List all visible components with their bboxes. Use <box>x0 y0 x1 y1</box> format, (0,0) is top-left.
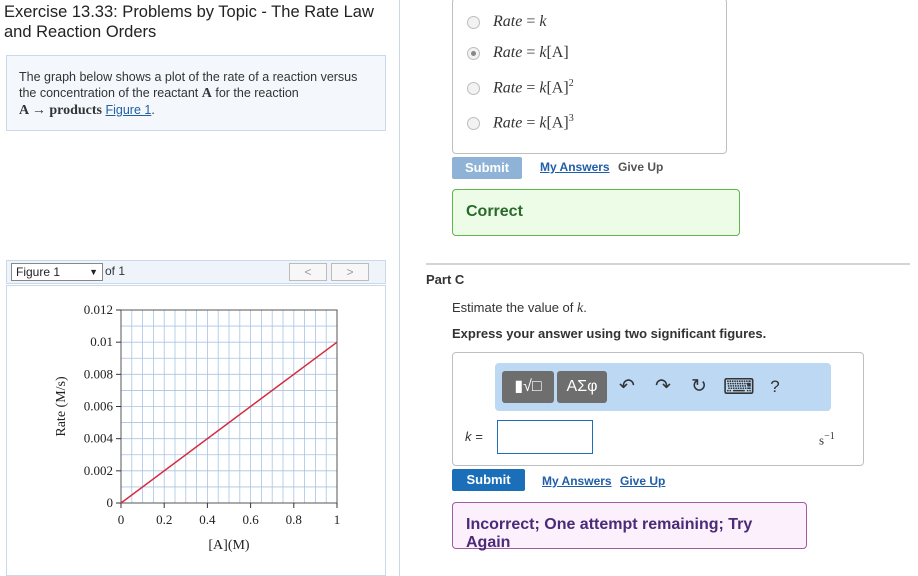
choice-label: Rate = k[A]2 <box>493 78 574 97</box>
unit-exponent: −1 <box>824 431 835 442</box>
answer-label: k = <box>465 429 483 444</box>
figure-link[interactable]: Figure 1 <box>105 103 151 117</box>
part-c-instruction: Express your answer using two significan… <box>452 326 767 341</box>
my-answers-link-part-c[interactable]: My Answers <box>542 474 612 488</box>
keyboard-icon[interactable]: ⌨ <box>723 375 755 399</box>
section-divider <box>426 263 910 265</box>
undo-icon[interactable]: ↶ <box>615 375 639 399</box>
feedback-correct: Correct <box>452 189 740 236</box>
y-tick-label: 0.004 <box>84 431 114 446</box>
y-tick-label: 0.01 <box>90 334 113 349</box>
radio-button[interactable] <box>467 116 480 130</box>
answer-unit: s−1 <box>819 431 835 448</box>
part-c-title: Part C <box>426 272 465 287</box>
choice-rate-k[interactable]: Rate = k <box>467 12 546 32</box>
y-tick-label: 0.002 <box>84 463 113 478</box>
radio-button[interactable] <box>467 15 480 29</box>
part-c-prompt: Estimate the value of k. <box>452 300 587 317</box>
submit-button-part-b[interactable]: Submit <box>452 157 522 179</box>
figure-count: of 1 <box>105 264 126 278</box>
choice-rate-k-a2[interactable]: Rate = k[A]2 <box>467 78 574 98</box>
y-axis-label: Rate (M/s) <box>54 376 69 437</box>
reset-icon[interactable]: ↻ <box>687 375 711 399</box>
figure-select-value: Figure 1 <box>16 265 61 279</box>
problem-period: . <box>151 103 155 117</box>
y-tick-label: 0.012 <box>84 302 113 317</box>
prompt-period: . <box>583 300 587 315</box>
rate-law-choices: Rate = k Rate = k[A] Rate = k[A]2 Rate =… <box>452 0 727 154</box>
choice-rate-k-a3[interactable]: Rate = k[A]3 <box>467 113 574 133</box>
redo-icon[interactable]: ↷ <box>651 375 675 399</box>
x-tick-label: 1 <box>334 512 341 527</box>
reactant-symbol: A <box>201 86 212 101</box>
templates-button[interactable]: ▮√□ <box>502 371 554 403</box>
figure-next-button[interactable]: > <box>331 263 369 281</box>
y-tick-label: 0 <box>107 495 114 510</box>
k-answer-input[interactable] <box>497 420 593 454</box>
problem-statement: The graph below shows a plot of the rate… <box>6 55 386 131</box>
figure-prev-button[interactable]: < <box>289 263 327 281</box>
choice-label: Rate = k[A] <box>493 44 569 61</box>
choice-rate-k-a[interactable]: Rate = k[A] <box>467 43 569 63</box>
y-tick-label: 0.006 <box>84 399 114 414</box>
x-tick-label: 0 <box>118 512 125 527</box>
x-tick-label: 0.4 <box>199 512 216 527</box>
math-toolbar: ▮√□ ΑΣφ ↶ ↷ ↻ ⌨ ? <box>495 363 831 411</box>
x-tick-label: 0.8 <box>286 512 302 527</box>
left-panel: Exercise 13.33: Problems by Topic - The … <box>0 0 400 576</box>
dropdown-arrow-icon: ▼ <box>89 267 98 277</box>
rate-vs-concentration-chart: 0 0.2 0.4 0.6 0.8 1 0 0.002 0.004 0.006 0.008 0.01 0… <box>54 302 341 553</box>
problem-text-cont: for the reaction <box>211 86 299 100</box>
choice-label: Rate = k[A]3 <box>493 113 574 132</box>
give-up-link-part-b[interactable]: Give Up <box>618 160 663 174</box>
x-axis-label: [A](M) <box>208 538 250 553</box>
radio-button-selected[interactable] <box>467 46 480 60</box>
figure-frame: 0 0.2 0.4 0.6 0.8 1 0 0.002 0.004 0.006 0.008 0.01 0… <box>6 285 386 576</box>
give-up-link-part-c[interactable]: Give Up <box>620 474 665 488</box>
y-tick-label: 0.008 <box>84 366 113 381</box>
help-icon[interactable]: ? <box>763 375 787 399</box>
choice-label: Rate = k <box>493 13 547 30</box>
answer-panel: ▮√□ ΑΣφ ↶ ↷ ↻ ⌨ ? k = s−1 <box>452 352 864 466</box>
figure-select[interactable]: Figure 1 ▼ <box>11 263 103 281</box>
x-tick-label: 0.2 <box>156 512 172 527</box>
reaction-equation: A → products <box>19 103 102 118</box>
submit-button-part-c[interactable]: Submit <box>452 469 525 491</box>
feedback-incorrect: Incorrect; One attempt remaining; Try Ag… <box>452 502 807 551</box>
greek-symbols-button[interactable]: ΑΣφ <box>557 371 607 403</box>
exercise-title: Exercise 13.33: Problems by Topic - The … <box>4 3 374 41</box>
prompt-text: Estimate the value of <box>452 300 578 315</box>
problem-text: The graph below shows a plot of the rate… <box>19 70 358 100</box>
my-answers-link-part-b[interactable]: My Answers <box>540 160 610 174</box>
x-tick-label: 0.6 <box>242 512 259 527</box>
radio-button[interactable] <box>467 81 480 95</box>
figure-toolbar: Figure 1 ▼ of 1 < > <box>6 260 386 284</box>
